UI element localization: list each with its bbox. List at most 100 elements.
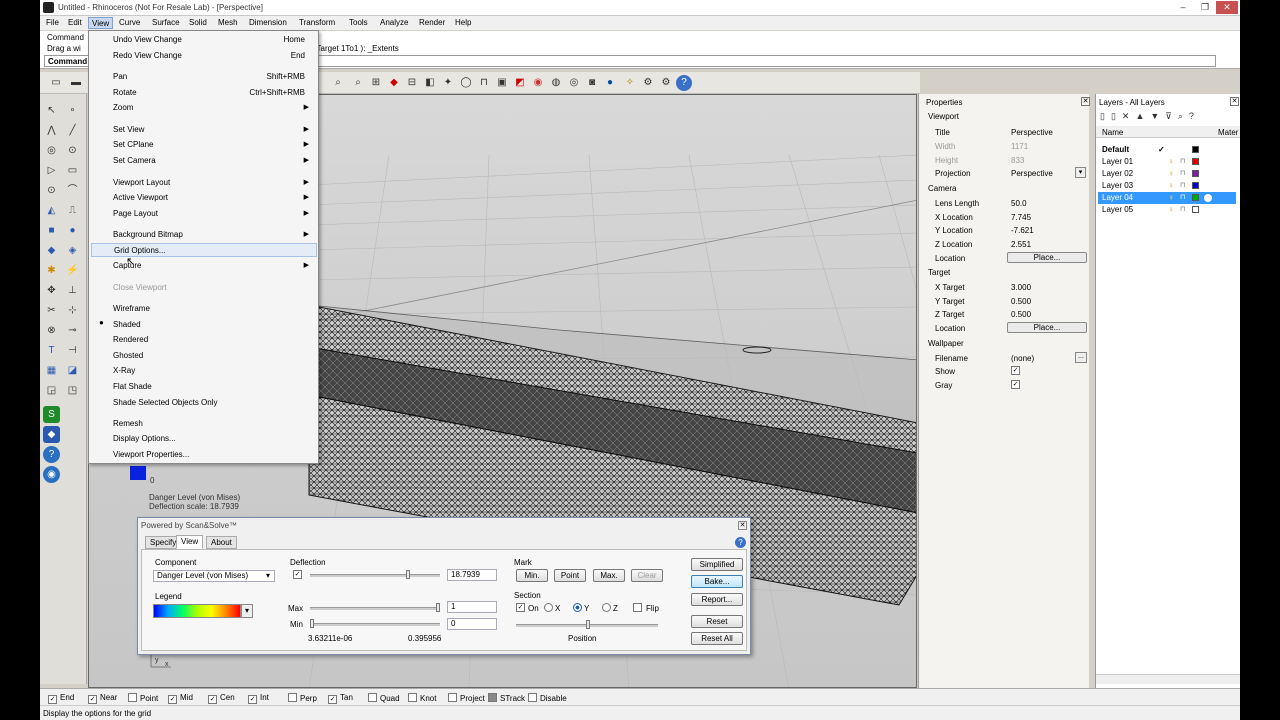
menu-render[interactable]: Render [416,17,448,29]
material-circle-icon[interactable] [1204,194,1212,202]
max-slider[interactable] [310,607,440,610]
z-location-value[interactable]: 2.551 [1011,240,1031,249]
menu-shade-selected-objects-only[interactable]: Shade Selected Objects Only [113,396,313,410]
fillet-curve-icon[interactable]: ⌒ [64,182,81,199]
zoom-window-icon[interactable]: ⌕ [350,75,366,91]
menu-tools[interactable]: Tools [346,17,371,29]
min-slider-thumb[interactable] [310,619,314,628]
component-select[interactable]: Danger Level (von Mises) [153,570,275,582]
menu-active-viewport[interactable]: Active Viewport ▶ [113,191,313,205]
osnap-quad[interactable]: Quad [368,693,400,703]
sphere-solid-icon[interactable]: ● [64,222,81,239]
mesh-icon[interactable]: ◆ [43,242,60,259]
projection-select[interactable]: Perspective [1011,169,1053,178]
reset-all-button[interactable]: Reset All [691,632,743,645]
layer-color-swatch[interactable] [1192,206,1199,213]
report-button[interactable]: Report... [691,593,743,606]
legend-dropdown-icon[interactable]: ▾ [241,604,253,618]
osnap-cen[interactable]: ✓ Cen [208,693,235,704]
osnap-mid[interactable]: ✓ Mid [168,693,193,704]
cplane-icon[interactable]: ⊟ [404,75,420,91]
osnap-disable[interactable]: Disable [528,693,567,703]
osnap-near[interactable]: ✓ Near [88,693,117,704]
osnap-int-checkbox[interactable]: ✓ [248,695,257,704]
filename-browse-button[interactable]: ... [1075,352,1087,363]
osnap-point[interactable]: Point [128,693,158,703]
layers-toolbar[interactable]: ▯▯✕▲▼⊽⌕? [1100,111,1200,122]
circle-icon[interactable]: ◎ [43,142,60,159]
unlock-icon[interactable]: ⊓ [1180,156,1185,168]
explode-icon[interactable]: ⊸ [64,322,81,339]
menu-edit[interactable]: Edit [65,17,85,29]
color-wheel-icon[interactable]: ◉ [530,75,546,91]
open-folder-icon[interactable]: ▬ [68,75,84,91]
tab-view[interactable]: View [176,535,204,549]
osnap-cen-checkbox[interactable]: ✓ [208,695,217,704]
menu-redo-view-change[interactable]: Redo View Change End [113,49,313,63]
osnap-int[interactable]: ✓ Int [248,693,269,704]
render-sphere-icon[interactable]: ◙ [584,75,600,91]
layers-close-icon[interactable]: ✕ [1230,97,1239,106]
gray-checkbox[interactable]: ✓ [1011,380,1020,389]
menu-dimension[interactable]: Dimension [246,17,290,29]
x-location-value[interactable]: 7.745 [1011,213,1031,222]
lock-icon[interactable]: ▣ [494,75,510,91]
simplified-button[interactable]: Simplified [691,558,743,571]
menu-rendered[interactable]: Rendered [113,333,313,347]
unlock-icon[interactable]: ⊓ [476,75,492,91]
minimize-button[interactable]: – [1172,1,1194,14]
menu-x-ray[interactable]: X-Ray [113,364,313,378]
car-icon[interactable]: ◆ [386,75,402,91]
mark-clear-button[interactable]: Clear [631,569,663,582]
layer-row-04[interactable]: Layer 04 ♀ ⊓ [1098,192,1236,204]
bake-button[interactable]: Bake... [691,575,743,588]
menu-ghosted[interactable]: Ghosted [113,349,313,363]
ellipse-icon[interactable]: ⊙ [64,142,81,159]
scan-solve-icon[interactable]: S [43,406,60,423]
bulb-icon[interactable]: ♀ [1168,180,1174,192]
mark-min-button[interactable]: Min. [516,569,548,582]
rectangle-icon[interactable]: ▭ [64,162,81,179]
gear-icon[interactable]: ✦ [440,75,456,91]
max-input[interactable]: 1 [447,601,497,613]
min-input[interactable]: 0 [447,618,497,630]
mark-point-button[interactable]: Point [554,569,586,582]
properties-close-icon[interactable]: ✕ [1081,97,1090,106]
menu-remesh[interactable]: Remesh [113,417,313,431]
layer-color-swatch[interactable] [1192,146,1199,153]
menu-pan[interactable]: Pan Shift+RMB [113,70,313,84]
hide-icon[interactable]: ◲ [43,382,60,399]
new-file-icon[interactable]: ▭ [48,75,64,91]
maximize-button[interactable]: ❐ [1194,1,1216,14]
menu-flat-shade[interactable]: Flat Shade [113,380,313,394]
osnap-tan-checkbox[interactable]: ✓ [328,695,337,704]
menu-surface[interactable]: Surface [149,17,183,29]
menu-grid-options[interactable]: Grid Options... [91,243,317,257]
min-slider[interactable] [310,623,440,626]
boolean-icon[interactable]: ✱ [43,262,60,279]
reset-button[interactable]: Reset [691,615,743,628]
target-place-button[interactable]: Place... [1007,322,1087,333]
menu-wireframe[interactable]: Wireframe [113,302,313,316]
layer-color-swatch[interactable] [1192,170,1199,177]
menu-page-layout[interactable]: Page Layout ▶ [113,207,313,221]
menu-rotate[interactable]: Rotate Ctrl+Shift+RMB [113,86,313,100]
arc-icon[interactable]: ⊙ [43,182,60,199]
transform-icon[interactable]: ⚡ [64,262,81,279]
deflection-slider[interactable] [310,574,440,577]
layer-row-05[interactable]: Layer 05 ♀ ⊓ [1098,204,1236,216]
lens-length-value[interactable]: 50.0 [1011,199,1027,208]
osnap-disable-checkbox[interactable] [528,693,537,702]
unlock-icon[interactable]: ⊓ [1180,168,1185,180]
menu-set-cplane[interactable]: Set CPlane ▶ [113,138,313,152]
move-icon[interactable]: ✥ [43,282,60,299]
menu-close-viewport[interactable]: Close Viewport [113,281,313,295]
unlock-icon[interactable]: ⊓ [1180,180,1185,192]
menu-display-options[interactable]: Display Options... [113,432,313,446]
section-flip-checkbox[interactable] [633,603,642,612]
split-icon[interactable]: ⊹ [64,302,81,319]
menu-mesh[interactable]: Mesh [215,17,241,29]
deflection-input[interactable]: 18.7939 [447,569,497,581]
help-icon[interactable]: ? [676,75,692,91]
layer-color-swatch[interactable] [1192,158,1199,165]
